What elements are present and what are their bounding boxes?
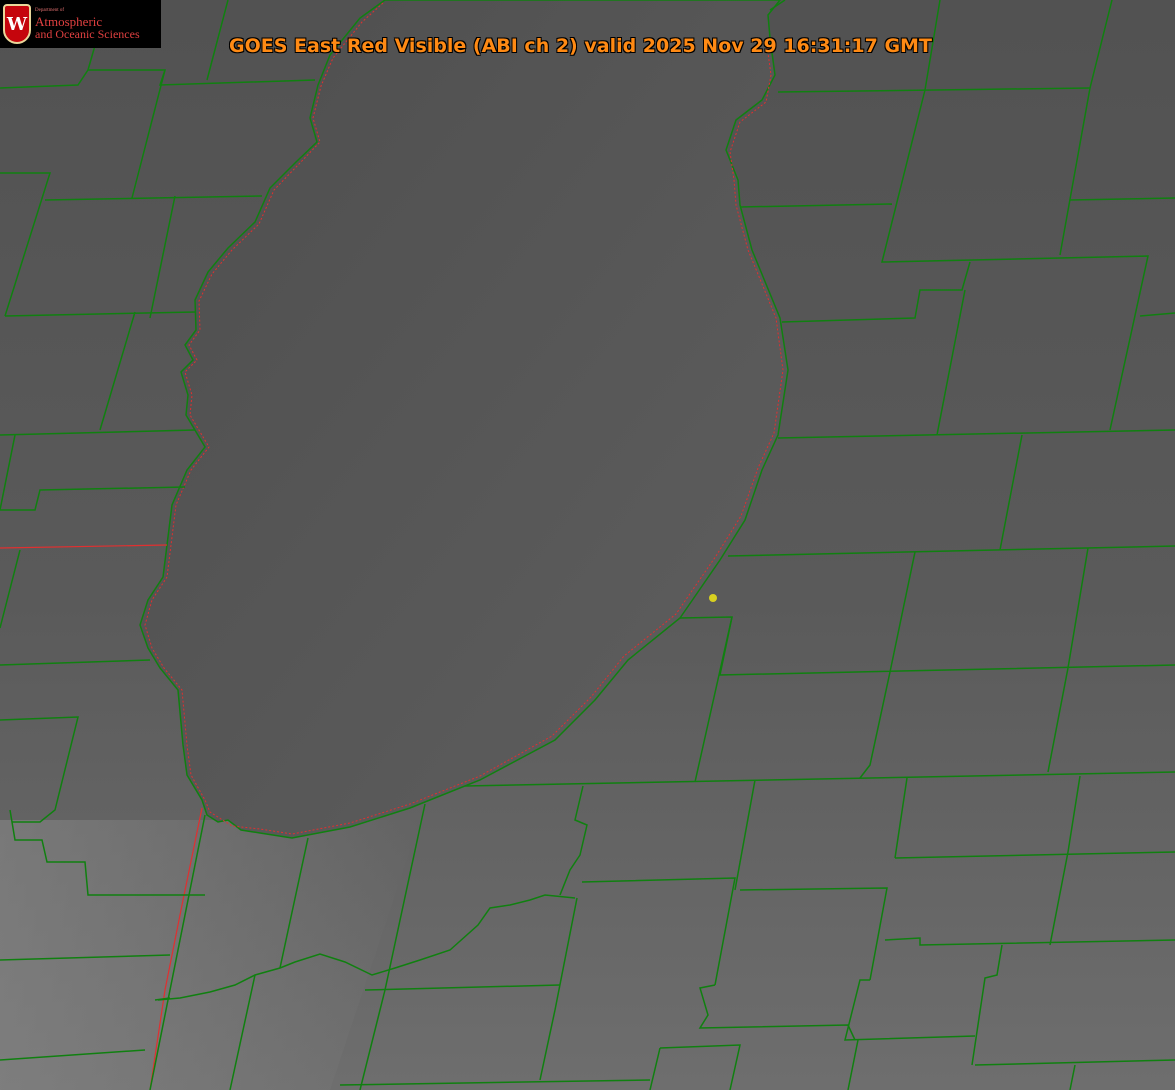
crest-letter: W [6,13,28,35]
logo-text: Department of Atmospheric and Oceanic Sc… [35,8,140,41]
location-marker-icon [709,594,717,602]
satellite-image [0,0,1175,1090]
uw-aos-logo[interactable]: W Department of Atmospheric and Oceanic … [0,0,161,48]
logo-name-line1: Atmospheric [35,13,103,29]
logo-dept-line: Department of [35,7,65,13]
satellite-map[interactable]: W Department of Atmospheric and Oceanic … [0,0,1175,1090]
uw-crest-icon: W [3,4,31,44]
image-title: GOES East Red Visible (ABI ch 2) valid 2… [229,35,932,57]
logo-name-line2: and Oceanic Sciences [35,26,140,41]
